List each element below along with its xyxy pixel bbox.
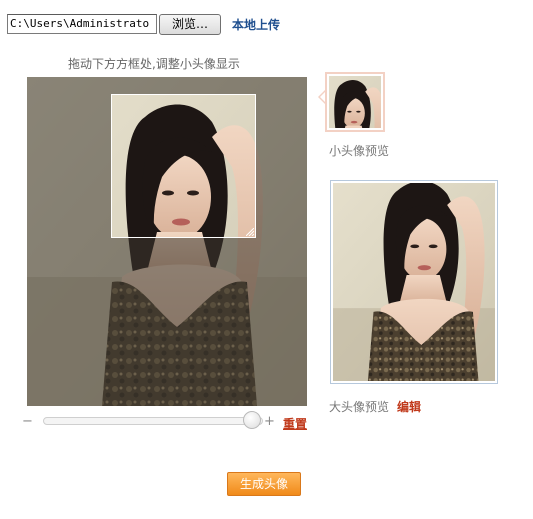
small-avatar-preview bbox=[325, 72, 385, 132]
zoom-slider-thumb[interactable] bbox=[243, 411, 261, 429]
reset-link[interactable]: 重置 bbox=[283, 415, 307, 432]
resize-handle-icon[interactable] bbox=[246, 228, 254, 236]
large-preview-label: 大头像预览 bbox=[329, 400, 390, 414]
crop-dim-left bbox=[27, 94, 111, 238]
zoom-out-icon[interactable]: − bbox=[22, 414, 33, 429]
crop-dim-top bbox=[27, 77, 307, 94]
zoom-in-icon[interactable]: + bbox=[264, 414, 275, 429]
browse-button[interactable]: 浏览… bbox=[159, 14, 221, 35]
crop-dim-bottom bbox=[27, 238, 307, 406]
crop-area[interactable] bbox=[27, 77, 307, 406]
large-avatar-image bbox=[310, 160, 518, 404]
large-avatar-preview bbox=[310, 160, 518, 404]
zoom-slider-track[interactable] bbox=[43, 417, 263, 425]
crop-dim-right bbox=[256, 94, 307, 238]
small-preview-label: 小头像预览 bbox=[329, 144, 390, 158]
file-path-input[interactable]: C:\Users\Administrato bbox=[7, 14, 157, 34]
generate-avatar-button[interactable]: 生成头像 bbox=[227, 472, 301, 496]
edit-link[interactable]: 编辑 bbox=[397, 398, 421, 415]
crop-instruction: 拖动下方方框处,调整小头像显示 bbox=[68, 57, 240, 71]
local-upload-link[interactable]: 本地上传 bbox=[232, 16, 280, 33]
small-avatar-image bbox=[329, 76, 381, 128]
crop-selection-box[interactable] bbox=[111, 94, 256, 238]
